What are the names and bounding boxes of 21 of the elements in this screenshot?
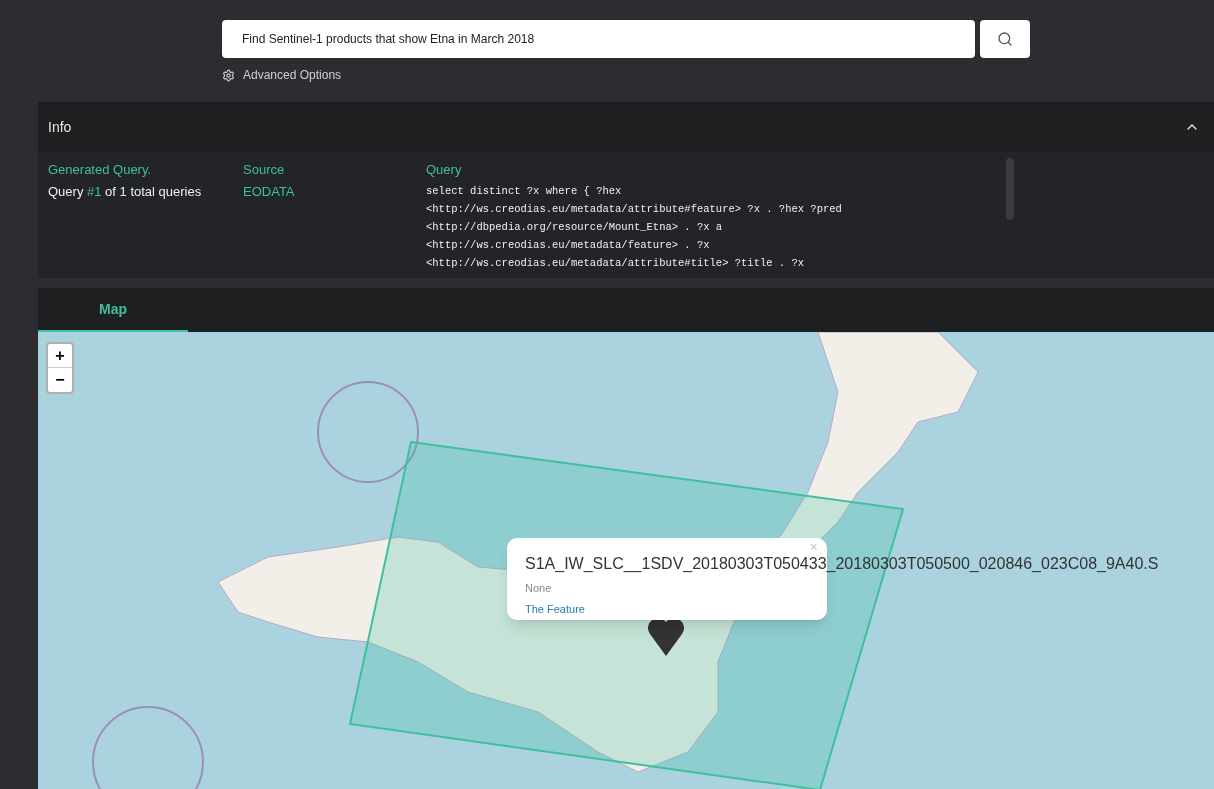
query-line: <http://ws.creodias.eu/metadata/feature> . ?x (426, 237, 711, 253)
search-icon (997, 31, 1013, 47)
settings-icon (222, 68, 235, 82)
query-count: Query #1 of 1 total queries (48, 182, 203, 201)
source-label: Source (243, 161, 286, 179)
zoom-out-button[interactable]: − (48, 368, 72, 392)
query-line: <http://ws.creodias.eu/metadata/attribute#feature> ?x . ?hex ?pred (426, 201, 842, 217)
generated-query-label: Generated Query. (48, 161, 153, 179)
info-header[interactable]: Info (38, 102, 1214, 152)
query-line: <http://dbpedia.org/resource/Mount_Etna> . ?x a (426, 219, 724, 235)
query-line: select distinct ?x where { ?hex (426, 183, 623, 199)
source-value: EODATA (243, 182, 296, 201)
scrollbar (1006, 158, 1014, 220)
zoom-in-button[interactable]: + (48, 344, 72, 368)
query-label: Query (426, 161, 463, 179)
popup-subtitle: None (525, 581, 552, 596)
search-field[interactable]: Find Sentinel-1 products that show Etna in March 2018 (222, 20, 975, 58)
feature-link[interactable]: The Feature (525, 600, 585, 617)
search-button[interactable] (980, 20, 1030, 58)
query-line: <http://ws.creodias.eu/metadata/attribute#title> ?title . ?x (426, 255, 806, 271)
advanced-options-button[interactable]: Advanced Options (222, 66, 342, 84)
